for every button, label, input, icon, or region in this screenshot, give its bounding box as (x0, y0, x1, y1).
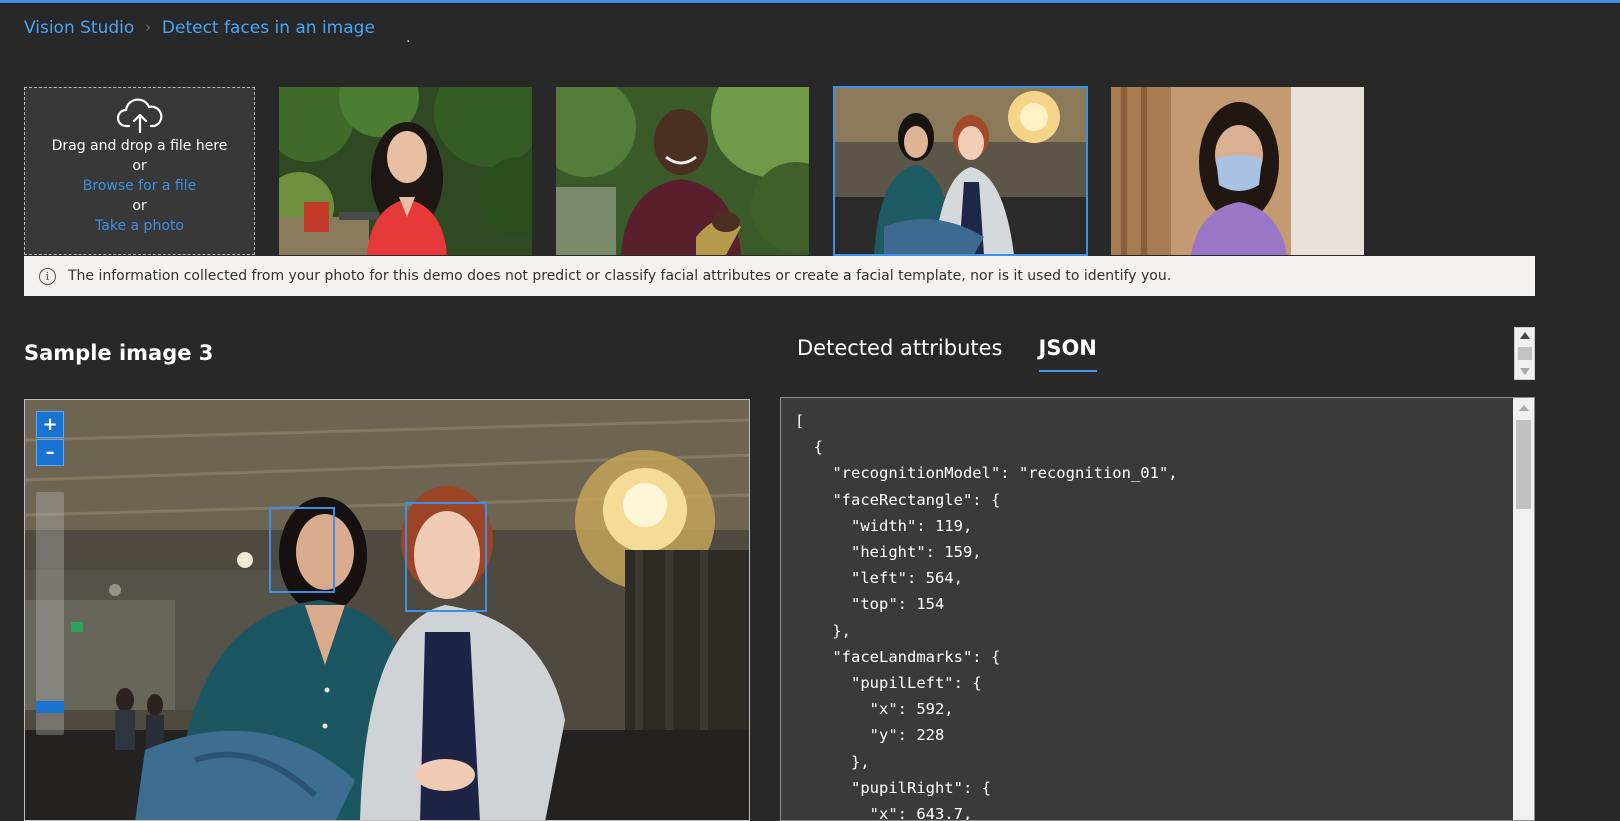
privacy-info-bar: i The information collected from your ph… (24, 256, 1535, 296)
json-line: "top": 154 (795, 595, 945, 614)
info-icon: i (39, 267, 56, 285)
clipped-description-text: ' . (32, 36, 411, 46)
privacy-info-text: The information collected from your phot… (68, 268, 1172, 284)
json-line: "pupilRight": { (795, 778, 991, 797)
json-output-text: [ { "recognitionModel": "recognition_01"… (795, 408, 1178, 821)
json-line: "faceRectangle": { (795, 490, 1001, 509)
cloud-upload-icon (116, 98, 162, 134)
json-line: "pupilLeft": { (795, 674, 982, 693)
json-line: }, (795, 621, 851, 640)
json-scrollbar[interactable] (1513, 398, 1534, 820)
top-accent-bar (0, 0, 1620, 3)
json-line: "recognitionModel": "recognition_01", (795, 464, 1178, 483)
scrollbar-thumb[interactable] (1518, 347, 1532, 360)
zoom-out-button[interactable]: – (36, 439, 64, 466)
selected-sample-title: Sample image 3 (24, 341, 214, 365)
or-text: or (132, 198, 147, 214)
breadcrumb-current-page[interactable]: Detect faces in an image (162, 18, 375, 38)
zoom-slider[interactable] (36, 492, 64, 735)
tab-json[interactable]: JSON (1038, 336, 1097, 372)
json-line: [ (795, 412, 805, 430)
json-line: { (795, 438, 823, 457)
json-line: "x": 592, (795, 700, 954, 719)
scroll-down-arrow-icon[interactable] (1520, 368, 1530, 375)
json-line: }, (795, 752, 870, 771)
tabs-scrollbar[interactable] (1514, 327, 1535, 380)
tab-detected-attributes[interactable]: Detected attributes (797, 336, 1003, 372)
scrollbar-thumb[interactable] (1516, 420, 1531, 509)
breadcrumb-vision-studio[interactable]: Vision Studio (24, 18, 134, 38)
json-line: "left": 564, (795, 569, 963, 588)
zoom-slider-handle[interactable] (36, 701, 64, 714)
take-photo-link[interactable]: Take a photo (95, 216, 184, 236)
result-tabs: Detected attributes JSON (797, 336, 1133, 372)
or-text: or (132, 158, 147, 174)
scroll-up-arrow-icon[interactable] (1520, 332, 1530, 339)
sample-image-1[interactable] (279, 87, 532, 255)
scroll-up-arrow-icon[interactable] (1519, 405, 1529, 411)
json-line: "faceLandmarks": { (795, 647, 1001, 666)
json-line: "x": 643.7, (795, 805, 973, 821)
sample-image-3-large (25, 400, 749, 820)
browse-file-link[interactable]: Browse for a file (83, 176, 196, 196)
upload-dropzone[interactable]: Drag and drop a file here or Browse for … (24, 87, 255, 255)
sample-image-2[interactable] (556, 87, 809, 255)
sample-image-3[interactable] (833, 86, 1088, 256)
json-output-panel[interactable]: [ { "recognitionModel": "recognition_01"… (780, 397, 1535, 821)
json-line: "height": 159, (795, 543, 982, 562)
drag-drop-text: Drag and drop a file here (51, 138, 228, 154)
breadcrumb-separator-icon: › (145, 20, 151, 36)
image-viewer[interactable]: + – (24, 399, 750, 821)
zoom-in-button[interactable]: + (36, 411, 64, 438)
sample-image-4[interactable] (1111, 87, 1364, 255)
face-rectangle (405, 502, 487, 612)
face-rectangle (269, 507, 335, 593)
json-line: "y": 228 (795, 726, 945, 745)
json-line: "width": 119, (795, 516, 973, 535)
